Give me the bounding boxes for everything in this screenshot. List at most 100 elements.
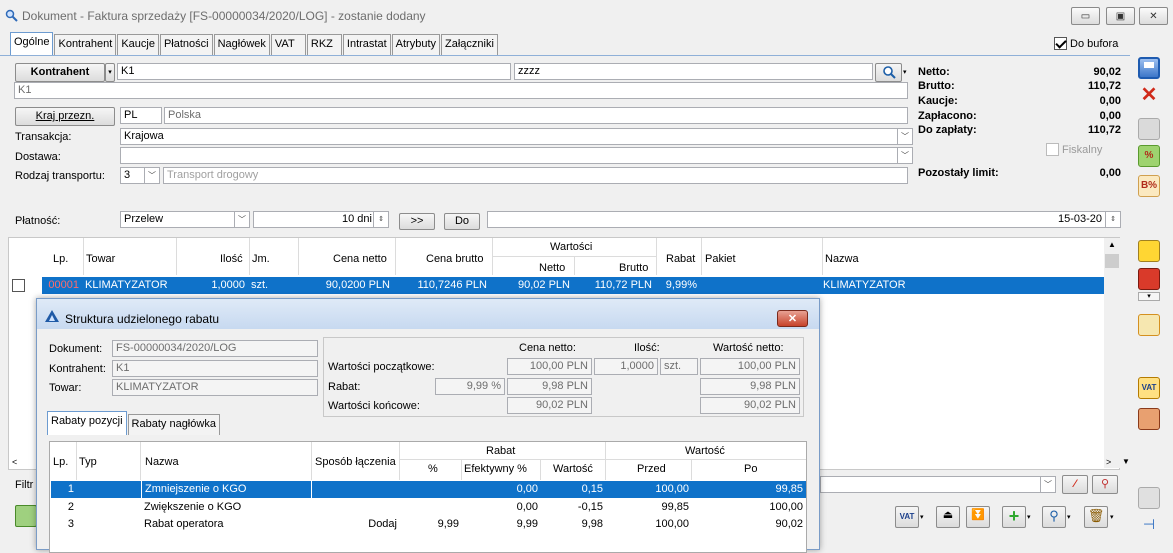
clear-filter-button[interactable]: ⁄ bbox=[1062, 475, 1088, 494]
more-dropdown-icon[interactable]: ▾ bbox=[1138, 292, 1160, 301]
search-kontrahent-button[interactable] bbox=[875, 63, 902, 82]
search-dropdown-icon[interactable]: ▾ bbox=[903, 68, 907, 76]
filter-select[interactable]: ﹀ bbox=[820, 476, 1056, 493]
vertical-scrollbar[interactable]: ▲ bbox=[1104, 238, 1120, 468]
platnosc-method-select[interactable]: Przelew ﹀ bbox=[120, 211, 250, 228]
save-icon[interactable] bbox=[1138, 57, 1160, 79]
vat-icon[interactable]: VAT bbox=[1138, 377, 1160, 399]
tab-platnosci[interactable]: Płatności bbox=[159, 34, 213, 55]
tab-kaucje[interactable]: Kaucje bbox=[117, 34, 159, 55]
kontrahent-dropdown-button[interactable]: ▾ bbox=[105, 63, 115, 82]
do-button[interactable]: Do bbox=[444, 213, 480, 230]
search-dropdown-icon[interactable]: ▾ bbox=[1067, 513, 1071, 521]
dcol-sposob[interactable]: Sposób łączenia bbox=[315, 456, 396, 468]
percent-discount-icon[interactable]: % bbox=[1138, 145, 1160, 167]
kontrahent-button[interactable]: Kontrahent bbox=[15, 63, 105, 82]
search-icon[interactable]: ⚲ bbox=[1042, 506, 1066, 528]
table-row[interactable]: 2 Zwiększenie o KGO 0,00 -0,15 99,85 100… bbox=[51, 499, 806, 516]
pin-icon[interactable]: ⊣ bbox=[1138, 516, 1160, 538]
tab-ogolne[interactable]: Ogólne bbox=[10, 32, 54, 55]
dostawa-select[interactable]: ﹀ bbox=[120, 147, 913, 164]
col-cena-netto[interactable]: Cena netto bbox=[333, 253, 387, 265]
drow-nazwa: Rabat operatora bbox=[144, 518, 224, 530]
do-zaplaty-label: Do zapłaty: bbox=[918, 124, 977, 136]
table-row[interactable]: 00001 KLIMATYZATOR 1,0000 szt. 90,0200 P… bbox=[42, 277, 1104, 294]
merge-icon[interactable] bbox=[1138, 314, 1160, 336]
next-button[interactable]: >> bbox=[399, 213, 435, 230]
col-divider bbox=[76, 442, 77, 480]
minimize-button[interactable]: ▭ bbox=[1071, 7, 1100, 25]
chevron-down-icon: ﹀ bbox=[1040, 477, 1055, 492]
maximize-button[interactable]: ▣ bbox=[1106, 7, 1135, 25]
export-icon[interactable] bbox=[1138, 118, 1160, 140]
drow-wartosc: 9,98 bbox=[581, 518, 603, 530]
rodzaj-transportu-select[interactable]: 3 ﹀ bbox=[120, 167, 160, 184]
delivery-truck-icon[interactable] bbox=[1138, 240, 1160, 262]
vat-dropdown-icon[interactable]: ▾ bbox=[920, 513, 924, 521]
col-ilosc[interactable]: Ilość bbox=[220, 253, 243, 265]
scroll-down-icon[interactable]: ▼ bbox=[1122, 457, 1130, 466]
dialog-close-button[interactable]: ✕ bbox=[777, 310, 808, 327]
dcol-efektywny[interactable]: Efektywny % bbox=[464, 463, 527, 475]
col-netto[interactable]: Netto bbox=[539, 262, 565, 274]
fiskalny-checkbox[interactable]: Fiskalny bbox=[1046, 143, 1102, 156]
col-rabat[interactable]: Rabat bbox=[666, 253, 695, 265]
dcol-przed[interactable]: Przed bbox=[637, 463, 666, 475]
document-arrow-icon[interactable] bbox=[1138, 268, 1160, 290]
tab-atrybuty[interactable]: Atrybuty bbox=[391, 34, 441, 55]
dcol-po[interactable]: Po bbox=[744, 463, 757, 475]
cancel-icon[interactable]: ✕ bbox=[1138, 85, 1160, 107]
col-lp[interactable]: Lp. bbox=[53, 253, 68, 265]
kraj-przezn-button[interactable]: Kraj przezn. bbox=[15, 107, 115, 126]
tab-rabaty-pozycji[interactable]: Rabaty pozycji bbox=[47, 411, 127, 435]
do-bufora-checkbox[interactable]: Do bufora bbox=[1054, 37, 1118, 50]
vat-calc-icon[interactable]: VAT bbox=[895, 506, 919, 528]
add-dropdown-icon[interactable]: ▾ bbox=[1027, 513, 1031, 521]
contractor-card-icon[interactable] bbox=[1138, 408, 1160, 430]
platnosc-date-field[interactable]: 15-03-20 ⇕ bbox=[487, 211, 1121, 228]
tab-kontrahent[interactable]: Kontrahent bbox=[54, 34, 117, 55]
col-towar[interactable]: Towar bbox=[86, 253, 115, 265]
col-pakiet[interactable]: Pakiet bbox=[705, 253, 736, 265]
kontrahent-name-field[interactable]: zzzz bbox=[514, 63, 873, 80]
tab-zalaczniki[interactable]: Załączniki bbox=[441, 34, 498, 55]
lock-icon[interactable] bbox=[1138, 487, 1160, 509]
kontrahent-code-field[interactable]: K1 bbox=[117, 63, 511, 80]
tab-vat[interactable]: VAT bbox=[270, 34, 306, 55]
platnosc-days-field[interactable]: 10 dni ⇕ bbox=[253, 211, 389, 228]
transakcja-select[interactable]: Krajowa ﹀ bbox=[120, 128, 913, 145]
dcol-nazwa[interactable]: Nazwa bbox=[145, 456, 179, 468]
dcol-lp[interactable]: Lp. bbox=[53, 456, 68, 468]
drow-lp: 2 bbox=[67, 501, 74, 513]
tab-rkz[interactable]: RKZ bbox=[306, 34, 342, 55]
scroll-right-icon[interactable]: > bbox=[1106, 457, 1111, 467]
row-select-checkbox[interactable] bbox=[12, 279, 25, 295]
scroll-up-icon[interactable]: ▲ bbox=[1104, 238, 1120, 252]
move-up-icon[interactable]: ⏏ bbox=[936, 506, 960, 528]
brutto-percent-icon[interactable]: B% bbox=[1138, 175, 1160, 197]
move-down-icon[interactable]: ⏬ bbox=[966, 506, 990, 528]
delete-icon[interactable]: 🗑 bbox=[1084, 506, 1108, 528]
wartosci-koncowe-label: Wartości końcowe: bbox=[328, 400, 420, 412]
col-jm[interactable]: Jm. bbox=[252, 253, 270, 265]
table-row[interactable]: 3 Rabat operatora Dodaj 9,99 9,99 9,98 1… bbox=[51, 516, 806, 533]
add-icon[interactable]: + bbox=[1002, 506, 1026, 528]
rabat-cena-field: 9,98 PLN bbox=[507, 378, 592, 395]
advanced-filter-button[interactable]: ⚲ bbox=[1092, 475, 1118, 494]
kraj-code-field[interactable]: PL bbox=[120, 107, 162, 124]
close-button[interactable]: ✕ bbox=[1139, 7, 1168, 25]
table-row[interactable]: 1 Zmniejszenie o KGO 0,00 0,15 100,00 99… bbox=[51, 481, 806, 498]
col-cena-brutto[interactable]: Cena brutto bbox=[426, 253, 483, 265]
dcol-wartosc-rabatu[interactable]: Wartość bbox=[553, 463, 593, 475]
col-brutto[interactable]: Brutto bbox=[619, 262, 648, 274]
tab-intrastat[interactable]: Intrastat bbox=[342, 34, 391, 55]
scroll-thumb[interactable] bbox=[1105, 254, 1119, 268]
delete-dropdown-icon[interactable]: ▾ bbox=[1110, 513, 1114, 521]
add-from-list-icon[interactable] bbox=[15, 505, 37, 527]
dcol-typ[interactable]: Typ bbox=[79, 456, 97, 468]
dcol-pct[interactable]: % bbox=[428, 463, 438, 475]
scroll-left-icon[interactable]: < bbox=[12, 457, 17, 467]
tab-naglowek[interactable]: Nagłówek bbox=[213, 34, 270, 55]
col-nazwa[interactable]: Nazwa bbox=[825, 253, 859, 265]
tab-rabaty-naglowka[interactable]: Rabaty nagłówka bbox=[127, 414, 220, 435]
